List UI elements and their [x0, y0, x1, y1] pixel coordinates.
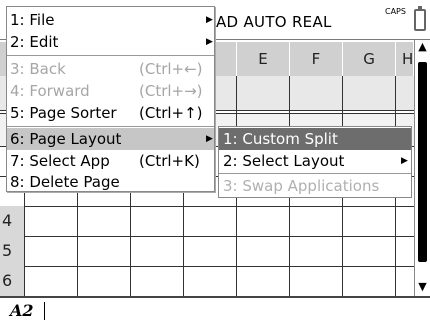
submenu-item-select-layout[interactable]: 2: Select Layout ▶ — [219, 150, 411, 172]
submenu-item-label: 3: Swap Applications — [223, 177, 380, 195]
menu-item-label: 5: Page Sorter — [10, 104, 117, 122]
menu-item-shortcut: (Ctrl+←) — [139, 60, 203, 78]
row-label-6[interactable]: 6 — [2, 266, 24, 296]
caps-indicator: CAPS — [385, 7, 406, 16]
menu-item-label: 7: Select App — [10, 152, 110, 170]
page-layout-submenu: 1: Custom Split 2: Select Layout ▶ 3: Sw… — [218, 126, 412, 198]
scroll-thumb[interactable] — [418, 62, 427, 262]
menu-item-label: 6: Page Layout — [10, 130, 122, 148]
menu-item-select-app[interactable]: 7: Select App (Ctrl+K) — [7, 150, 214, 172]
mode-status-text: AD AUTO REAL — [216, 13, 332, 31]
submenu-item-custom-split[interactable]: 1: Custom Split — [219, 128, 411, 150]
menu-item-shortcut: (Ctrl+K) — [139, 152, 200, 170]
submenu-item-swap-applications[interactable]: 3: Swap Applications — [219, 175, 411, 197]
submenu-arrow-icon: ▶ — [401, 156, 408, 166]
menu-item-back[interactable]: 3: Back (Ctrl+←) — [7, 58, 214, 80]
submenu-arrow-icon: ▶ — [206, 15, 213, 25]
row-label-4[interactable]: 4 — [2, 206, 24, 236]
scroll-up-arrow-icon[interactable]: ▲ — [415, 40, 430, 54]
menu-item-page-layout[interactable]: 6: Page Layout ▶ — [7, 128, 214, 150]
menu-item-delete-page[interactable]: 8: Delete Page — [7, 171, 214, 193]
row-label-5[interactable]: 5 — [2, 236, 24, 266]
column-header-g[interactable]: G — [343, 42, 396, 76]
submenu-item-label: 2: Select Layout — [223, 152, 345, 170]
menu-item-shortcut: (Ctrl+→) — [139, 82, 203, 100]
entry-line[interactable]: A2 — [0, 296, 430, 324]
battery-icon — [414, 6, 426, 31]
scroll-down-arrow-icon[interactable]: ▼ — [415, 280, 430, 294]
submenu-arrow-icon: ▶ — [206, 37, 213, 47]
document-menu: 1: File ▶ 2: Edit ▶ 3: Back (Ctrl+←) 4: … — [6, 6, 215, 192]
vertical-scrollbar[interactable]: ▲ ▼ — [414, 40, 430, 296]
menu-item-label: 3: Back — [10, 60, 66, 78]
column-header-h[interactable]: H — [396, 42, 414, 76]
menu-item-page-sorter[interactable]: 5: Page Sorter (Ctrl+↑) — [7, 102, 214, 124]
menu-item-file[interactable]: 1: File ▶ — [7, 9, 214, 31]
column-header-e[interactable]: E — [237, 42, 290, 76]
menu-item-label: 2: Edit — [10, 33, 59, 51]
text-cursor — [44, 302, 45, 320]
submenu-item-label: 1: Custom Split — [223, 130, 338, 148]
menu-item-edit[interactable]: 2: Edit ▶ — [7, 31, 214, 53]
menu-item-label: 8: Delete Page — [10, 173, 120, 191]
menu-item-label: 1: File — [10, 11, 55, 29]
submenu-arrow-icon: ▶ — [206, 134, 213, 144]
menu-item-shortcut: (Ctrl+↑) — [139, 104, 203, 122]
cell-reference: A2 — [10, 301, 34, 320]
column-header-f[interactable]: F — [290, 42, 343, 76]
menu-item-label: 4: Forward — [10, 82, 90, 100]
menu-item-forward[interactable]: 4: Forward (Ctrl+→) — [7, 80, 214, 102]
